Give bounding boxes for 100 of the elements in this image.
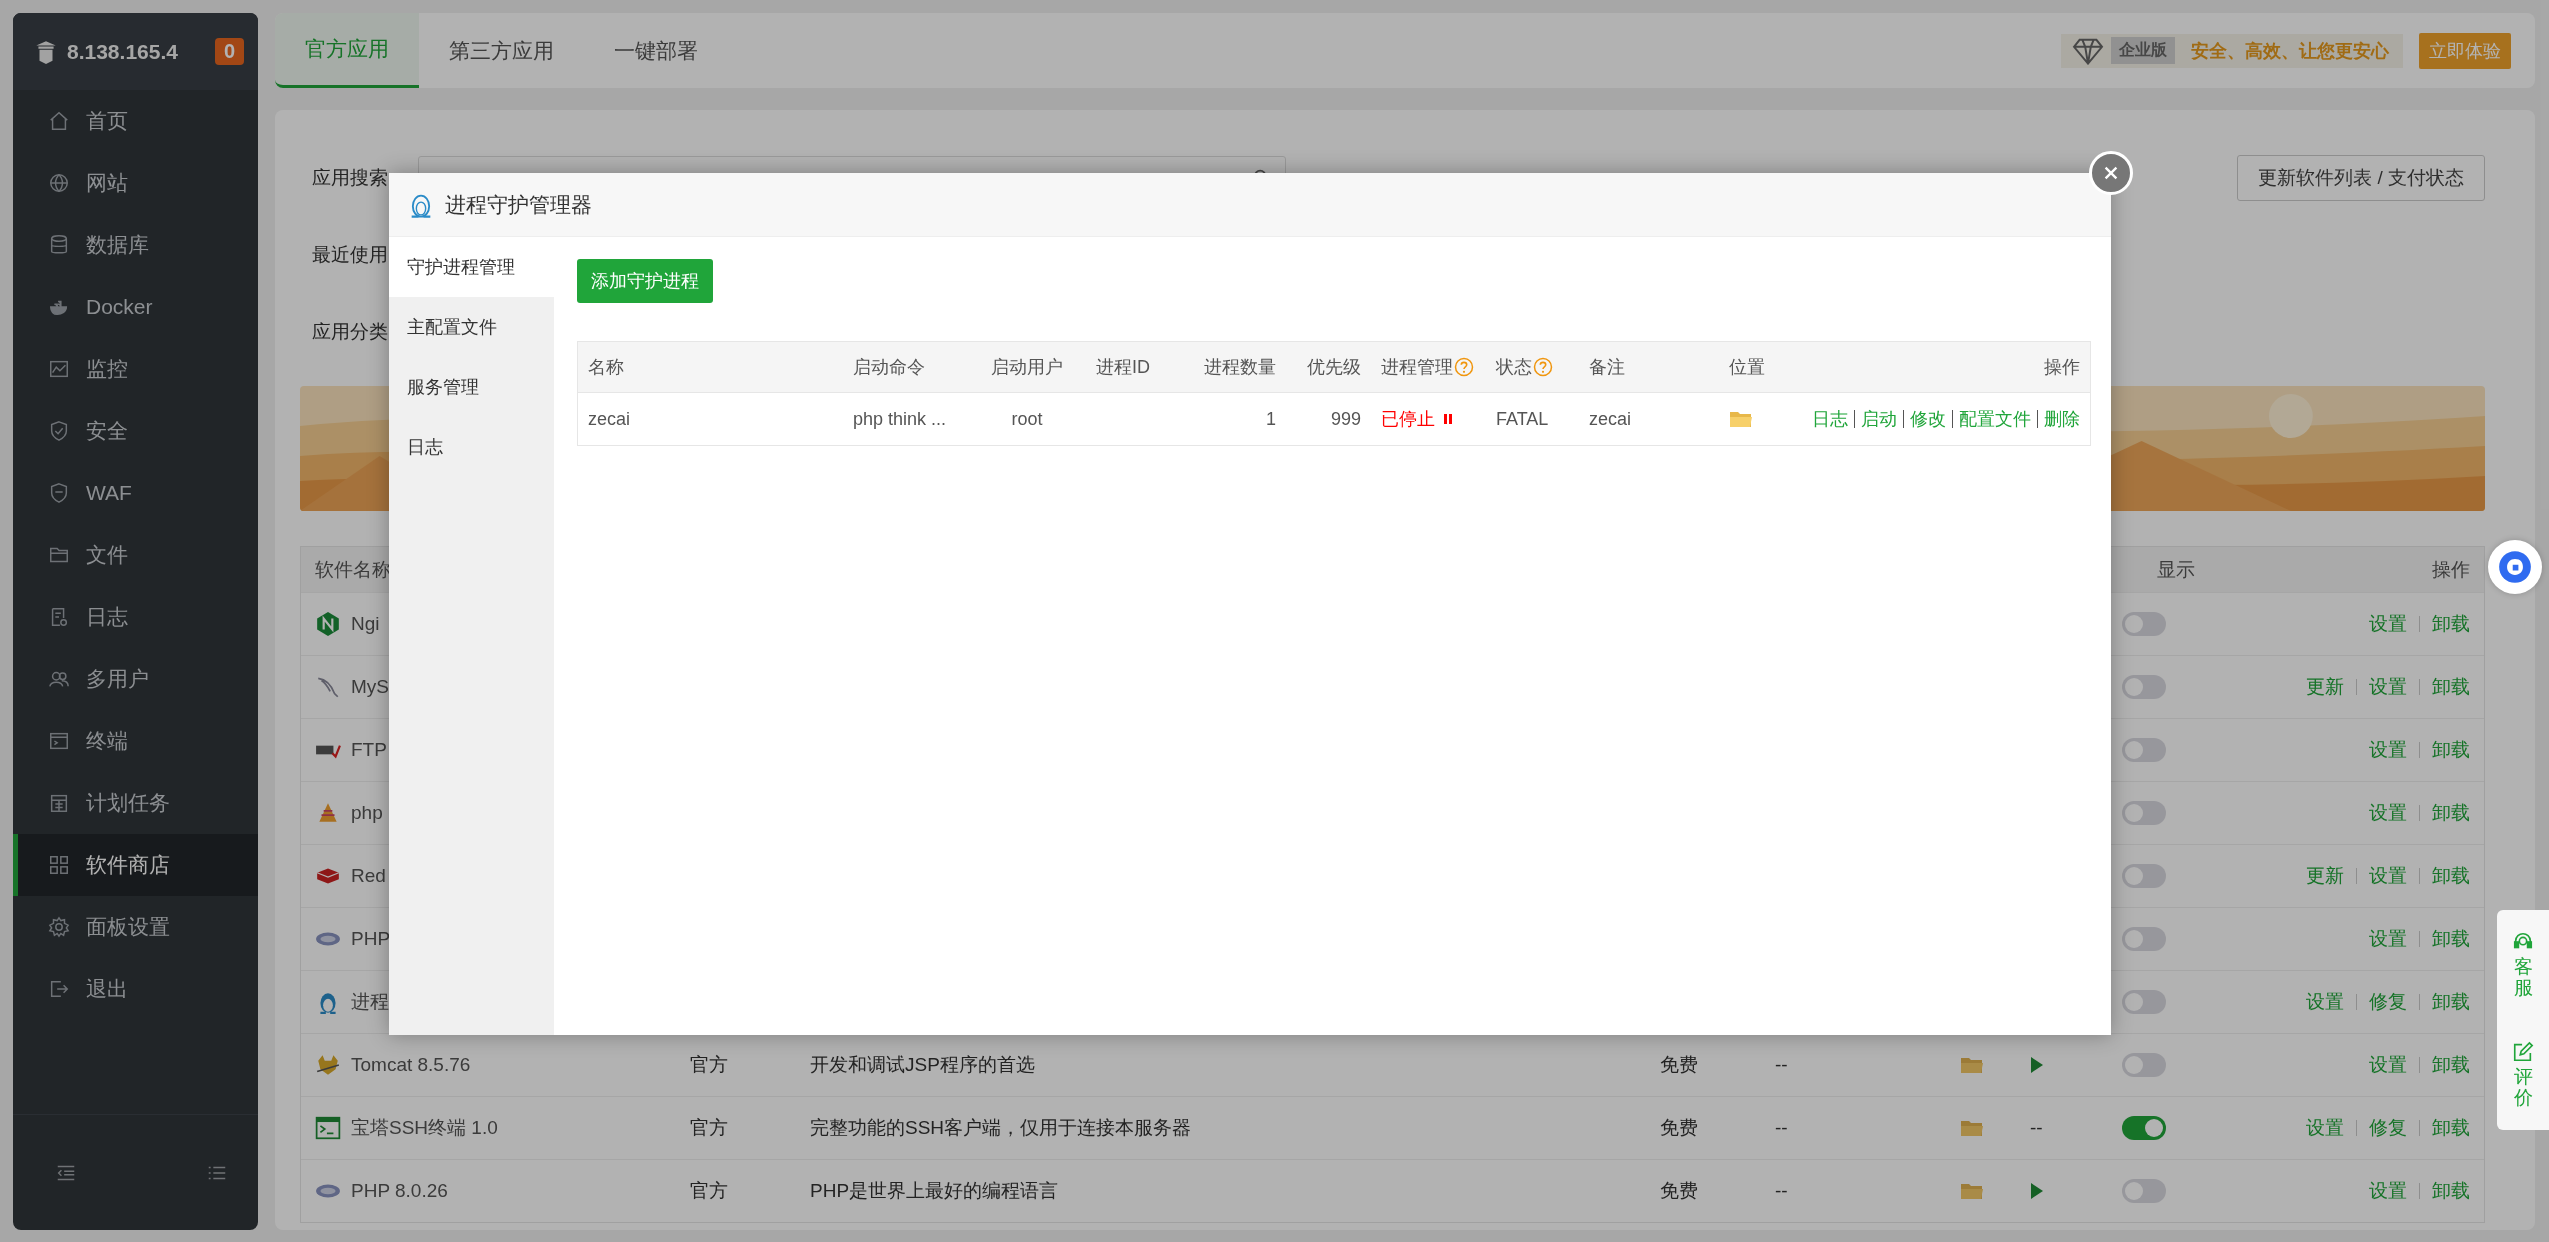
action-link[interactable]: 设置 (2369, 926, 2407, 952)
action-link[interactable]: 设置 (2369, 611, 2407, 637)
tab[interactable]: 一键部署 (584, 13, 728, 88)
sidebar-item[interactable]: 终端 (13, 710, 258, 772)
software-name: MyS (351, 676, 389, 698)
action-link[interactable]: 设置 (2369, 800, 2407, 826)
column-header: 软件名称 (315, 557, 392, 582)
add-process-button[interactable]: 添加守护进程 (577, 259, 713, 303)
sidebar-item[interactable]: 退出 (13, 958, 258, 1020)
action-link[interactable]: 日志 (1812, 407, 1848, 431)
edition-label: 企业版 (2111, 37, 2175, 64)
toggle-switch[interactable] (2122, 801, 2166, 825)
folder-icon[interactable] (1960, 1118, 1984, 1138)
action-link[interactable]: 修复 (2369, 989, 2407, 1015)
action-link[interactable]: 卸载 (2432, 1115, 2470, 1141)
play-icon[interactable] (2030, 1182, 2044, 1200)
nav-item[interactable]: 守护进程管理 (389, 237, 554, 297)
exit-icon (48, 978, 70, 1000)
action-link[interactable]: 更新 (2306, 863, 2344, 889)
column-header: 显示 (2156, 557, 2196, 582)
action-link[interactable]: 卸载 (2432, 863, 2470, 889)
nav-item[interactable]: 服务管理 (389, 357, 554, 417)
process-status[interactable]: 已停止 (1381, 407, 1435, 431)
action-link[interactable]: 卸载 (2432, 926, 2470, 952)
sidebar-item[interactable]: Docker (13, 276, 258, 338)
play-icon[interactable] (2030, 1056, 2044, 1074)
action-link[interactable]: 设置 (2369, 737, 2407, 763)
price-cell-text: 免费 (1660, 1053, 1699, 1077)
slogan: 安全、高效、让您更安心 (2191, 39, 2389, 63)
toggle-switch[interactable] (2122, 738, 2166, 762)
action-link[interactable]: 设置 (2369, 863, 2407, 889)
sidebar-item[interactable]: 网站 (13, 152, 258, 214)
dialog-title: 进程守护管理器 (445, 191, 592, 218)
try-now-button[interactable]: 立即体验 (2419, 32, 2511, 69)
support-item[interactable]: 客服 (2512, 931, 2534, 999)
action-link[interactable]: 修改 (1910, 407, 1946, 431)
toggle-switch[interactable] (2122, 612, 2166, 636)
column-header: 状态 (1496, 356, 1532, 379)
action-link[interactable]: 删除 (2044, 407, 2080, 431)
toggle-switch[interactable] (2122, 1179, 2166, 1203)
action-link[interactable]: 配置文件 (1959, 407, 2031, 431)
castle-logo-icon (33, 38, 59, 65)
terminal-icon (315, 1115, 341, 1141)
refresh-list-button[interactable]: 更新软件列表 / 支付状态 (2237, 155, 2485, 201)
help-icon[interactable] (1454, 357, 1474, 377)
sidebar-item[interactable]: 数据库 (13, 214, 258, 276)
expiry-cell-text: -- (1775, 1180, 1789, 1202)
sidebar-item[interactable]: 多用户 (13, 648, 258, 710)
gear-icon (48, 916, 70, 938)
sidebar-item[interactable]: 首页 (13, 90, 258, 152)
help-icon[interactable] (1533, 357, 1553, 377)
software-name: FTP (351, 739, 387, 761)
action-link[interactable]: 设置 (2306, 989, 2344, 1015)
column-header: 位置 (1729, 356, 1765, 379)
toggle-switch[interactable] (2122, 990, 2166, 1014)
action-link[interactable]: 设置 (2369, 1052, 2407, 1078)
sidebar-item[interactable]: 安全 (13, 400, 258, 462)
action-link[interactable]: 设置 (2306, 1115, 2344, 1141)
tab[interactable]: 官方应用 (275, 13, 419, 88)
sidebar-item[interactable]: 面板设置 (13, 896, 258, 958)
edit-icon (2512, 1041, 2534, 1064)
chat-icon[interactable] (2498, 550, 2532, 584)
sidebar-item[interactable]: 软件商店 (13, 834, 258, 896)
folder-icon[interactable] (1960, 1181, 1984, 1201)
column-header: 启动命令 (853, 356, 925, 379)
sidebar-item[interactable]: 计划任务 (13, 772, 258, 834)
action-link[interactable]: 启动 (1861, 407, 1897, 431)
action-link[interactable]: 卸载 (2432, 800, 2470, 826)
nav-item[interactable]: 主配置文件 (389, 297, 554, 357)
sidebar-item[interactable]: WAF (13, 462, 258, 524)
tab[interactable]: 第三方应用 (419, 13, 584, 88)
toggle-switch[interactable] (2122, 675, 2166, 699)
toggle-switch[interactable] (2122, 864, 2166, 888)
folder-icon[interactable] (1960, 1055, 1984, 1075)
toggle-switch[interactable] (2122, 927, 2166, 951)
toggle-switch[interactable] (2122, 1116, 2166, 1140)
action-link[interactable]: 卸载 (2432, 674, 2470, 700)
close-icon[interactable] (2102, 164, 2120, 182)
alert-count[interactable]: 0 (214, 38, 244, 65)
sidebar-item[interactable]: 监控 (13, 338, 258, 400)
toggle-switch[interactable] (2122, 1053, 2166, 1077)
folder-icon[interactable] (1729, 409, 1753, 429)
action-link[interactable]: 卸载 (2432, 989, 2470, 1015)
database-icon (48, 234, 70, 256)
action-link[interactable]: 卸载 (2432, 611, 2470, 637)
sidebar-item[interactable]: 文件 (13, 524, 258, 586)
column-header: 启动用户 (991, 356, 1063, 379)
action-link[interactable]: 卸载 (2432, 737, 2470, 763)
action-link[interactable]: 卸载 (2432, 1052, 2470, 1078)
support-item[interactable]: 评价 (2512, 1041, 2534, 1109)
table-cell: 999 (1330, 408, 1361, 430)
action-link[interactable]: 卸载 (2432, 1178, 2470, 1204)
action-link[interactable]: 更新 (2306, 674, 2344, 700)
action-link[interactable]: 设置 (2369, 674, 2407, 700)
action-link[interactable]: 修复 (2369, 1115, 2407, 1141)
pause-icon[interactable] (1443, 413, 1453, 425)
action-link[interactable]: 设置 (2369, 1178, 2407, 1204)
nav-item[interactable]: 日志 (389, 417, 554, 477)
column-header: 操作 (2044, 356, 2080, 379)
sidebar-item[interactable]: 日志 (13, 586, 258, 648)
